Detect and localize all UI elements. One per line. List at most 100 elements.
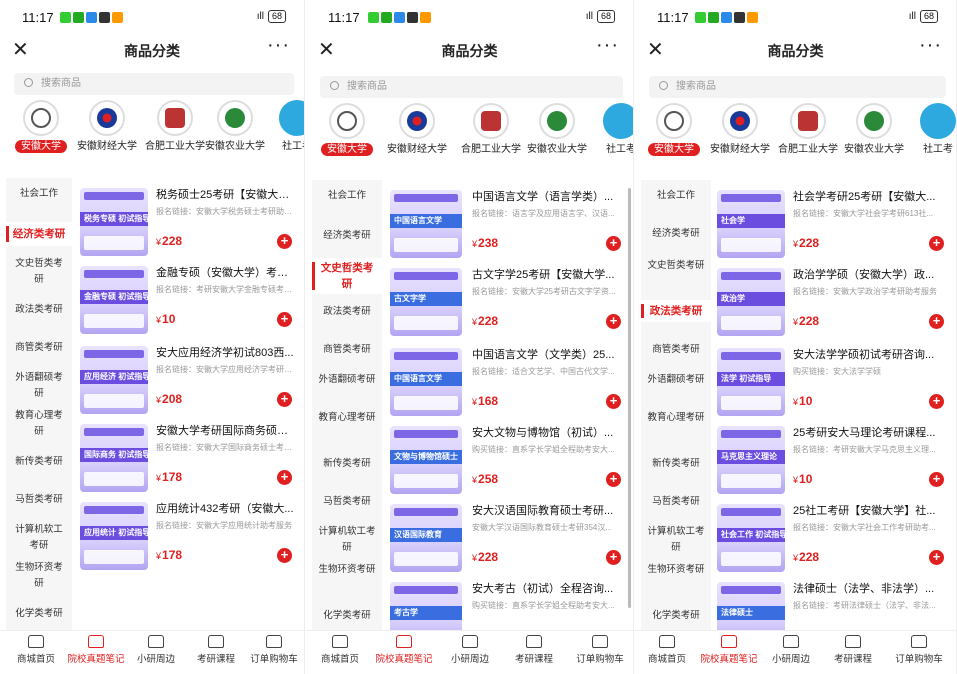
category-item[interactable]: 文史哲类考研: [11, 256, 67, 288]
add-to-cart-icon[interactable]: +: [606, 550, 621, 565]
tab-notes[interactable]: 院校真题笔记: [699, 635, 759, 665]
product-card[interactable]: 法律硕士 法律硕士（法学、非法学）... 报名链接：考研法律硕士（法学、非法...: [713, 578, 956, 630]
tab-merch[interactable]: 小研周边: [440, 635, 500, 665]
university-ahufe[interactable]: 安徽财经大学: [382, 103, 452, 157]
tab-courses[interactable]: 考研课程: [823, 635, 883, 665]
category-item[interactable]: 马哲类考研: [641, 494, 711, 510]
product-card[interactable]: 古文字学 古文字学25考研【安徽大学... 报名链接：安徽大学25考研古文字学资..…: [386, 264, 633, 340]
category-item[interactable]: 化学类考研: [6, 606, 72, 622]
university-hfut[interactable]: 合肥工业大学: [456, 103, 526, 157]
search-input[interactable]: 搜索商品: [320, 76, 623, 98]
product-card[interactable]: 金融专硕 初试指导 金融专硕（安徽大学）考研... 报名链接：考研安徽大学金融专硕考…: [76, 262, 304, 338]
category-item[interactable]: 计算机软工考研: [11, 522, 67, 554]
category-item[interactable]: 政法类考研: [312, 304, 382, 320]
product-card[interactable]: 汉语国际教育 安大汉语国际教育硕士考研... 安徽大学汉语国际教育硕士考研354汉.…: [386, 500, 633, 576]
category-item[interactable]: 社会工作: [312, 188, 382, 204]
add-to-cart-icon[interactable]: +: [929, 236, 944, 251]
add-to-cart-icon[interactable]: +: [277, 234, 292, 249]
category-item[interactable]: 商管类考研: [6, 340, 72, 356]
category-item[interactable]: 外语翻硕考研: [317, 372, 377, 388]
more-icon[interactable]: ···: [919, 34, 942, 57]
add-to-cart-icon[interactable]: +: [606, 314, 621, 329]
university-ahufe[interactable]: 安徽财经大学: [72, 100, 142, 154]
add-to-cart-icon[interactable]: +: [929, 472, 944, 487]
category-item[interactable]: 计算机软工考研: [317, 524, 377, 556]
category-item[interactable]: 马哲类考研: [6, 492, 72, 508]
university-hfut[interactable]: 合肥工业大学: [773, 103, 843, 157]
category-item[interactable]: 社会工作: [6, 186, 72, 206]
category-item[interactable]: 马哲类考研: [312, 494, 382, 510]
category-item[interactable]: 政法类考研: [6, 302, 72, 318]
product-card[interactable]: 国际商务 初试指导 安徽大学考研国际商务硕士... 报名链接：安徽大学国际商务硕士考…: [76, 420, 304, 496]
product-card[interactable]: 应用统计 初试指导 应用统计432考研（安徽大... 报名链接：安徽大学应用统计助考…: [76, 498, 304, 574]
university-social-work[interactable]: 社工考: [262, 100, 304, 154]
add-to-cart-icon[interactable]: +: [277, 548, 292, 563]
university-ahau[interactable]: 安徽农业大学: [839, 103, 909, 157]
tab-merch[interactable]: 小研周边: [761, 635, 821, 665]
category-item[interactable]: 教育心理考研: [11, 408, 67, 440]
add-to-cart-icon[interactable]: +: [606, 394, 621, 409]
category-item[interactable]: 新传类考研: [641, 456, 711, 472]
add-to-cart-icon[interactable]: +: [929, 314, 944, 329]
scrollbar[interactable]: [628, 188, 631, 608]
university-anhui[interactable]: 安徽大学: [312, 103, 382, 157]
category-item[interactable]: 生物环资考研: [317, 562, 377, 578]
add-to-cart-icon[interactable]: +: [606, 472, 621, 487]
university-anhui[interactable]: 安徽大学: [639, 103, 709, 157]
category-item[interactable]: 计算机软工考研: [647, 524, 705, 556]
product-card[interactable]: 文物与博物馆硕士 安大文物与博物馆（初试）... 购买链接：直系学长学姐全程助考安大…: [386, 422, 633, 498]
category-item[interactable]: 文史哲类考研: [647, 258, 705, 274]
product-card[interactable]: 税务专硕 初试指导税务硕士25考研【安徽大学】... 报名链接：安徽大学税务硕士考…: [76, 184, 304, 260]
category-item[interactable]: 外语翻硕考研: [11, 370, 67, 402]
category-item-active[interactable]: 文史哲类考研: [312, 258, 382, 294]
category-item[interactable]: 新传类考研: [6, 454, 72, 470]
add-to-cart-icon[interactable]: +: [277, 392, 292, 407]
category-item-active[interactable]: 政法类考研: [641, 300, 711, 322]
category-item[interactable]: 商管类考研: [312, 342, 382, 358]
add-to-cart-icon[interactable]: +: [929, 550, 944, 565]
category-item[interactable]: 社会工作: [641, 188, 711, 204]
category-item[interactable]: 教育心理考研: [317, 410, 377, 426]
category-item-active[interactable]: 经济类考研: [6, 222, 72, 246]
more-icon[interactable]: ···: [267, 34, 290, 57]
category-item[interactable]: 教育心理考研: [647, 410, 705, 426]
tab-cart[interactable]: 订单购物车: [570, 635, 630, 665]
category-item[interactable]: 商管类考研: [641, 342, 711, 358]
tab-cart[interactable]: 订单购物车: [889, 635, 949, 665]
search-input[interactable]: 搜索商品: [649, 76, 946, 98]
category-item[interactable]: 化学类考研: [312, 608, 382, 624]
university-ahau[interactable]: 安徽农业大学: [200, 100, 270, 154]
product-card[interactable]: 中国语言文学 中国语言文学（语言学类）... 报名链接：语言学及应用语言学、汉语..…: [386, 186, 633, 262]
category-item[interactable]: 生物环资考研: [11, 560, 67, 592]
more-icon[interactable]: ···: [596, 34, 619, 57]
tab-courses[interactable]: 考研课程: [504, 635, 564, 665]
add-to-cart-icon[interactable]: +: [606, 236, 621, 251]
product-card[interactable]: 马克思主义理论 25考研安大马理论考研课程... 报名链接：考研安徽大学马克思主义理…: [713, 422, 956, 498]
tab-cart[interactable]: 订单购物车: [244, 635, 304, 665]
product-card[interactable]: 法学 初试指导 安大法学学硕初试考研咨询... 购买链接：安大法学学硕 ¥10 +: [713, 344, 956, 420]
category-item[interactable]: 化学类考研: [641, 608, 711, 624]
tab-home[interactable]: 商城首页: [6, 635, 66, 665]
product-card[interactable]: 社会工作 初试指导 25社工考研【安徽大学】社... 报名链接：安徽大学社会工作考研…: [713, 500, 956, 576]
tab-home[interactable]: 商城首页: [637, 635, 697, 665]
tab-courses[interactable]: 考研课程: [186, 635, 246, 665]
add-to-cart-icon[interactable]: +: [277, 470, 292, 485]
tab-notes[interactable]: 院校真题笔记: [374, 635, 434, 665]
product-card[interactable]: 中国语言文学 中国语言文学（文学类）25... 报名链接：适合文艺学、中国古代文学.…: [386, 344, 633, 420]
tab-merch[interactable]: 小研周边: [126, 635, 186, 665]
category-item[interactable]: 新传类考研: [312, 456, 382, 472]
category-item[interactable]: 外语翻硕考研: [647, 372, 705, 388]
university-ahufe[interactable]: 安徽财经大学: [705, 103, 775, 157]
product-card[interactable]: 政治学 政治学学硕（安徽大学）政... 报名链接：安徽大学政治学考研助考服务 ¥228…: [713, 264, 956, 340]
university-ahau[interactable]: 安徽农业大学: [522, 103, 592, 157]
product-card[interactable]: 应用经济 初试指导 安大应用经济学初试803西... 报名链接：安徽大学应用经济学考…: [76, 342, 304, 418]
product-card[interactable]: 社会学 社会学考研25考研【安徽大... 报名链接：安徽大学社会学考研613社...…: [713, 186, 956, 262]
product-card[interactable]: 考古学 安大考古（初试）全程咨询... 购买链接：直系学长学姐全程助考安大...: [386, 578, 633, 630]
university-social-work[interactable]: 社工考: [903, 103, 956, 157]
category-item[interactable]: 生物环资考研: [647, 562, 705, 578]
add-to-cart-icon[interactable]: +: [929, 394, 944, 409]
tab-home[interactable]: 商城首页: [310, 635, 370, 665]
category-item[interactable]: 经济类考研: [312, 228, 382, 244]
add-to-cart-icon[interactable]: +: [277, 312, 292, 327]
search-input[interactable]: 搜索商品: [14, 73, 294, 95]
